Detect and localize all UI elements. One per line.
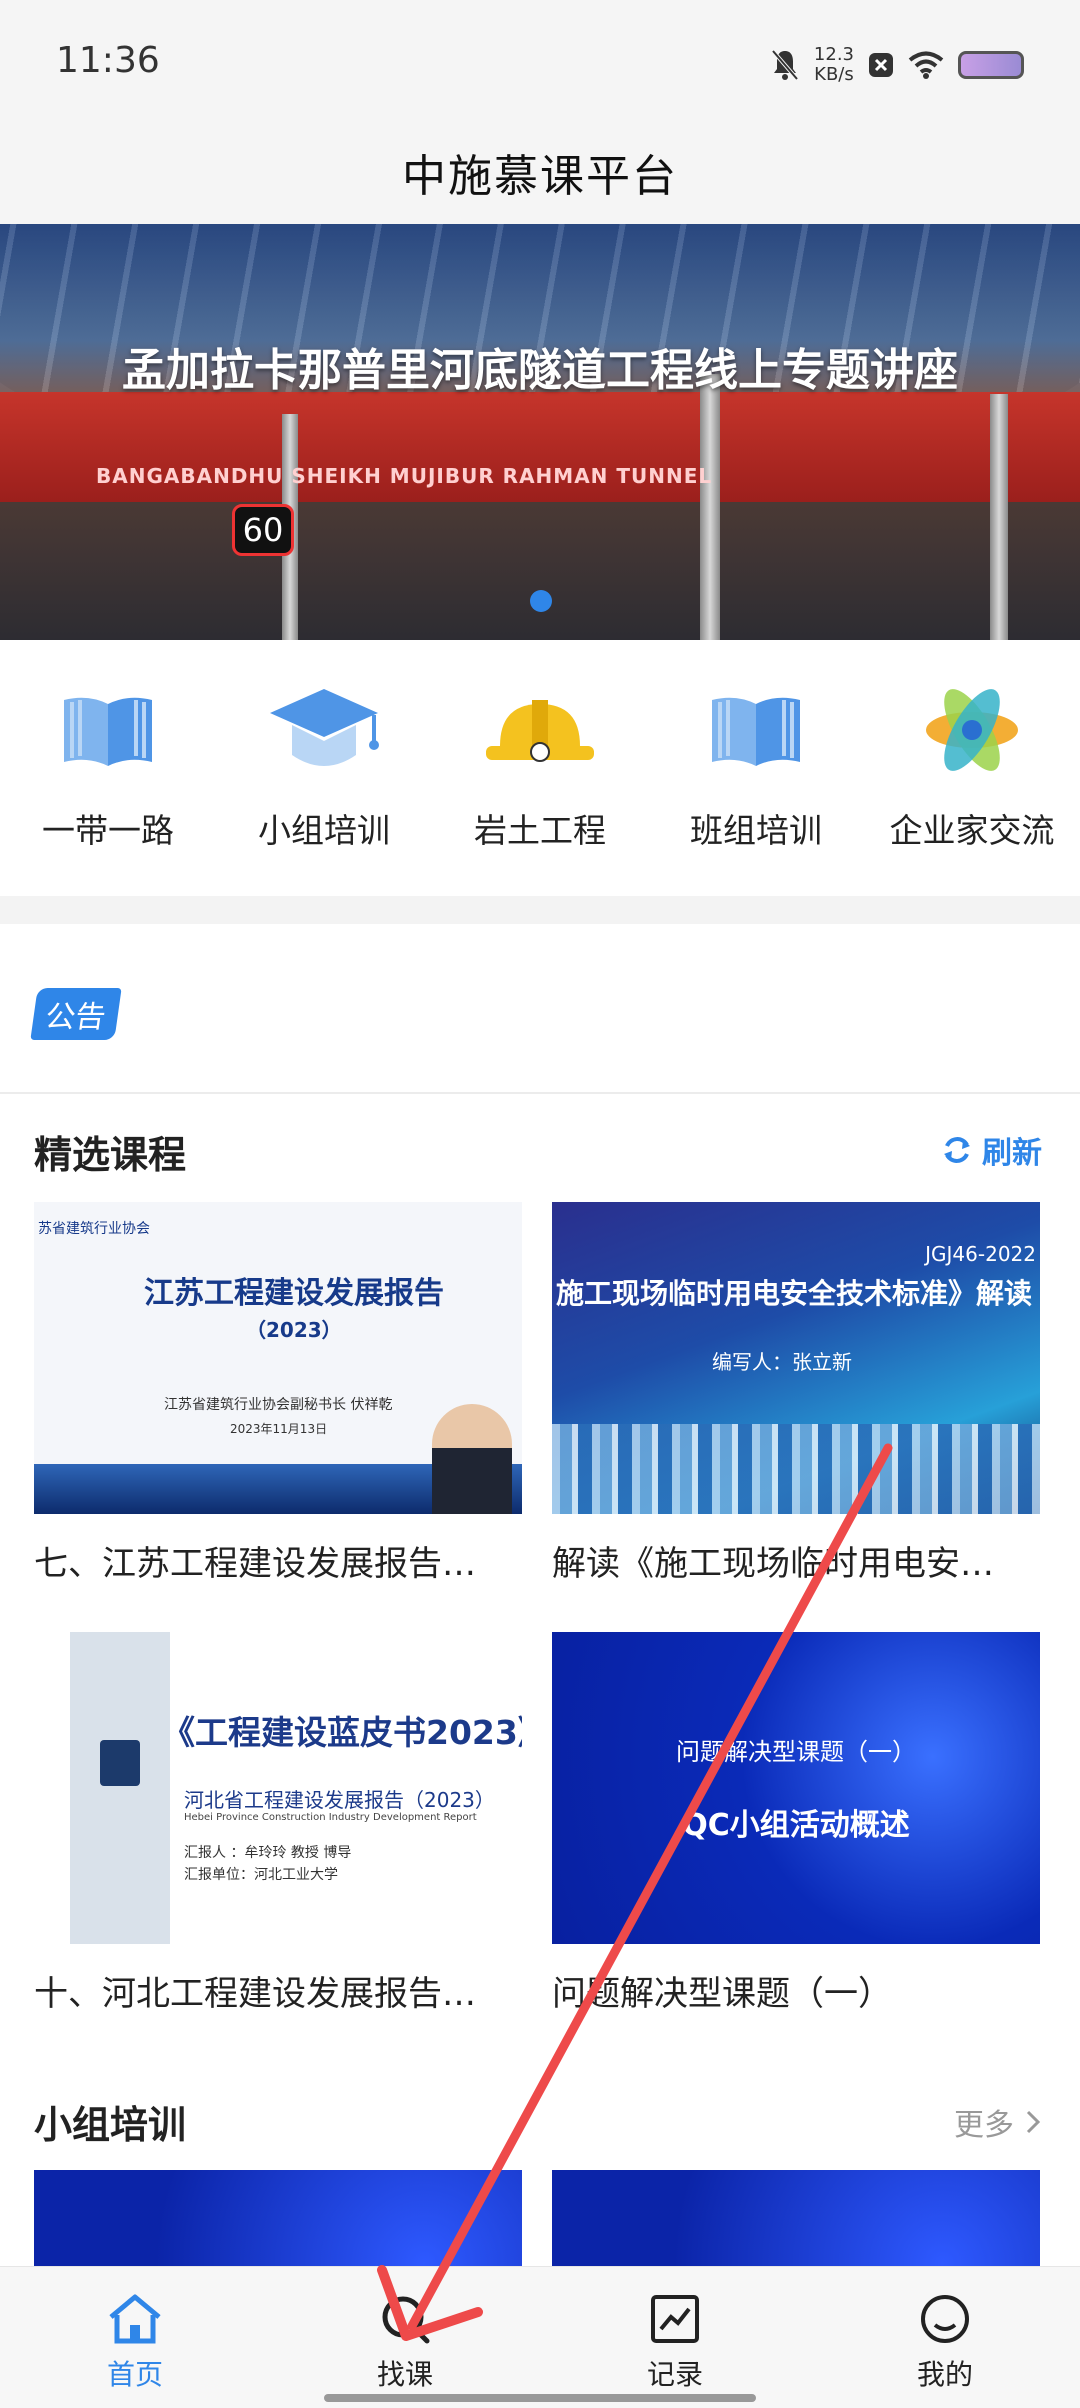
course-card[interactable]: 《工程建设蓝皮书2023》 河北省工程建设发展报告（2023） Hebei Pr… [34, 1632, 522, 2015]
status-bar: 11:36 12.3 KB/s [0, 0, 1080, 120]
bottom-tab-bar: 首页 找课 记录 我的 [0, 2266, 1080, 2408]
more-label: 更多 [954, 2108, 1014, 2143]
course-card[interactable]: 问题解决型课题（一） QC小组活动概述 问题解决型课题（一） [552, 1632, 1040, 2015]
banner-subtitle: BANGABANDHU SHEIKH MUJIBUR RAHMAN TUNNEL [96, 464, 713, 488]
notification-app-icon [869, 53, 893, 77]
graduation-cap-icon [264, 680, 384, 780]
course-card[interactable]: 苏省建筑行业协会 江苏工程建设发展报告 （2023） 江苏省建筑行业协会副秘书长… [34, 1202, 522, 1585]
app-header: 中施慕课平台 [0, 120, 1080, 224]
course-card[interactable]: JGJ46-2022 施工现场临时用电安全技术标准》解读 编写人：张立新 解读《… [552, 1202, 1040, 1585]
group-training-title: 小组培训 [34, 2103, 187, 2147]
course-thumbnail [552, 2170, 1040, 2266]
status-time: 11:36 [56, 40, 160, 81]
network-speed: 12.3 KB/s [813, 44, 854, 85]
app-title: 中施慕课平台 [402, 151, 678, 202]
tab-mine[interactable]: 我的 [810, 2267, 1080, 2408]
refresh-icon [944, 1137, 970, 1163]
course-thumbnail: 问题解决型课题（一） QC小组活动概述 [552, 1632, 1040, 1944]
presenter-photo [432, 1404, 512, 1514]
banner-carousel[interactable]: 孟加拉卡那普里河底隧道工程线上专题讲座 BANGABANDHU SHEIKH M… [0, 224, 1080, 640]
open-book-icon [696, 680, 816, 780]
category-geotechnical[interactable]: 岩土工程 [432, 640, 648, 896]
search-icon [375, 2291, 435, 2347]
banner-title: 孟加拉卡那普里河底隧道工程线上专题讲座 [122, 345, 958, 396]
battery-icon [958, 51, 1024, 79]
open-book-icon [48, 680, 168, 780]
home-icon [105, 2291, 165, 2347]
course-thumbnail: 苏省建筑行业协会 江苏工程建设发展报告 （2023） 江苏省建筑行业协会副秘书长… [34, 1202, 522, 1514]
refresh-button[interactable]: 刷新 [940, 1128, 1042, 1172]
featured-section-title: 精选课程 [34, 1133, 187, 1177]
carousel-indicator[interactable] [530, 590, 552, 612]
more-button[interactable]: 更多 [954, 2100, 1042, 2144]
notice-tag: 公告 [30, 988, 122, 1040]
course-title: 解读《施工现场临时用电安… [552, 1544, 994, 1584]
course-thumbnail: JGJ46-2022 施工现场临时用电安全技术标准》解读 编写人：张立新 [552, 1202, 1040, 1514]
course-title: 十、河北工程建设发展报告… [34, 1974, 476, 2014]
profile-icon [915, 2291, 975, 2347]
course-card[interactable] [552, 2170, 1040, 2266]
tab-home[interactable]: 首页 [0, 2267, 270, 2408]
course-title: 问题解决型课题（一） [552, 1974, 892, 2014]
wifi-icon [908, 51, 944, 79]
status-icons: 12.3 KB/s [770, 40, 1024, 90]
tab-find-course[interactable]: 找课 [270, 2267, 540, 2408]
mute-icon [771, 49, 799, 81]
notice-bar[interactable]: 公告 [0, 924, 1080, 1094]
speed-limit-sign: 60 [232, 504, 294, 556]
category-group-training[interactable]: 小组培训 [216, 640, 432, 896]
atom-icon [912, 680, 1032, 780]
tab-records[interactable]: 记录 [540, 2267, 810, 2408]
refresh-label: 刷新 [982, 1136, 1042, 1171]
category-entrepreneur-exchange[interactable]: 企业家交流 [864, 640, 1080, 896]
category-team-training[interactable]: 班组培训 [648, 640, 864, 896]
section-divider [0, 896, 1080, 924]
course-card[interactable] [34, 2170, 522, 2266]
course-thumbnail: 《工程建设蓝皮书2023》 河北省工程建设发展报告（2023） Hebei Pr… [34, 1632, 522, 1944]
home-indicator[interactable] [324, 2394, 756, 2402]
category-row: 一带一路 小组培训 岩土工程 班组培训 企业家交流 [0, 640, 1080, 896]
chart-icon [645, 2291, 705, 2347]
chevron-right-icon [1026, 2110, 1041, 2134]
course-thumbnail [34, 2170, 522, 2266]
course-title: 七、江苏工程建设发展报告… [34, 1544, 476, 1584]
notebook-icon [100, 1740, 140, 1786]
hard-hat-icon [480, 680, 600, 780]
category-yidaiyilu[interactable]: 一带一路 [0, 640, 216, 896]
